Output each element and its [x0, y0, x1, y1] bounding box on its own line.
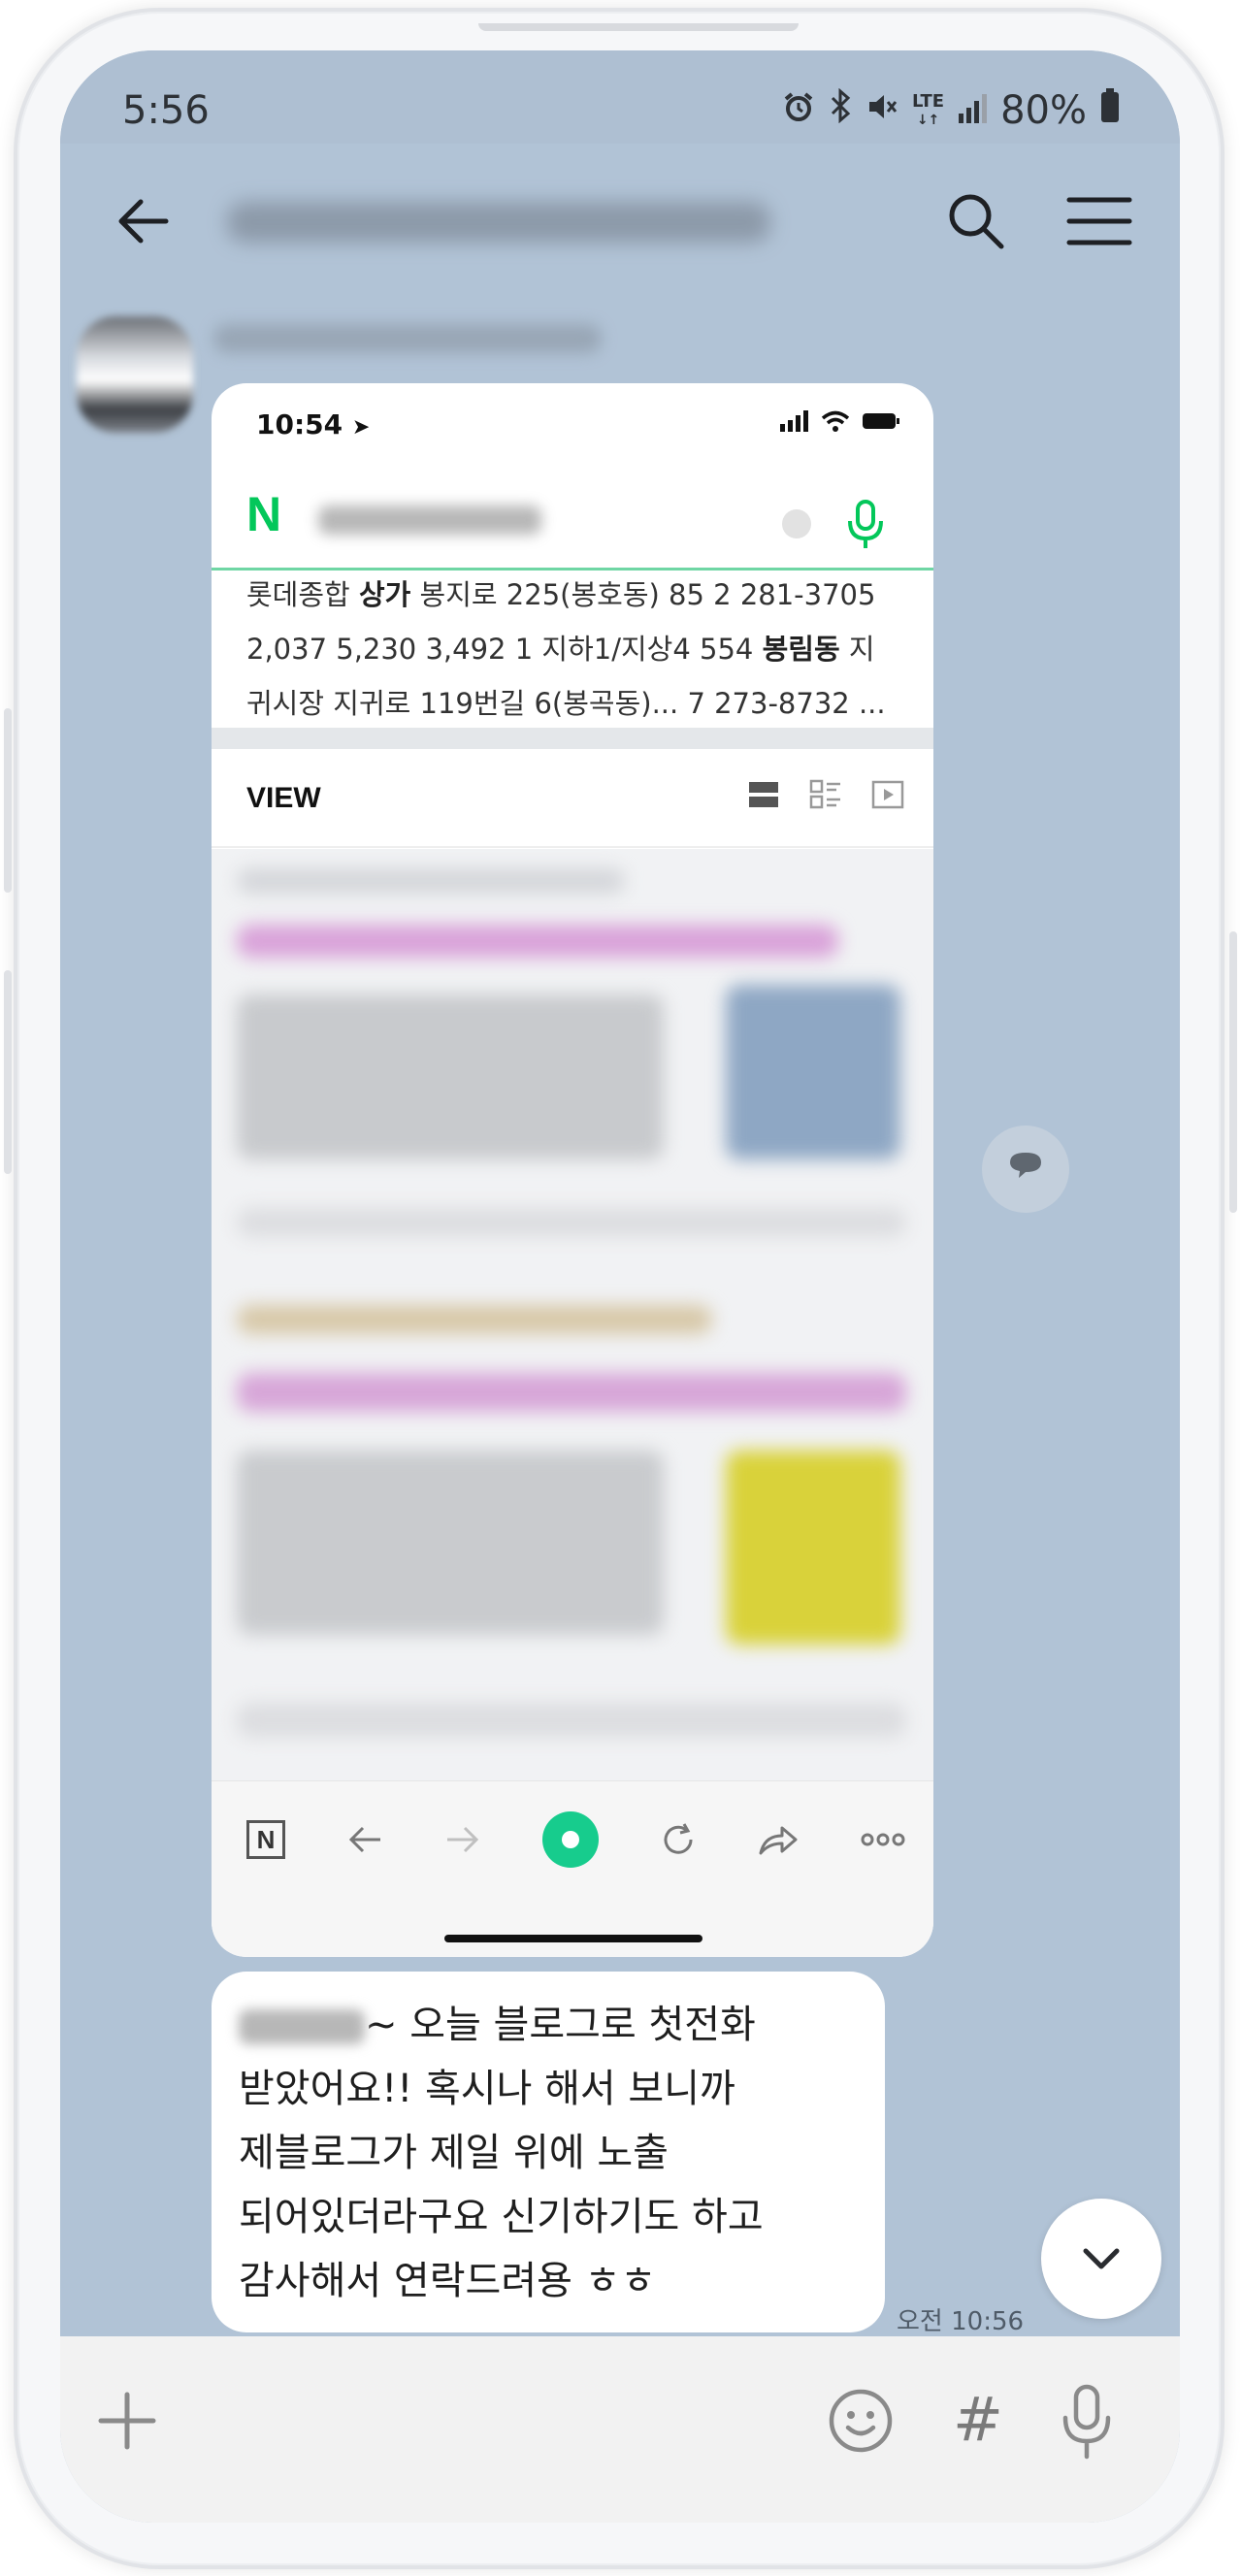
message-line: ~ 오늘 블로그로 첫전화	[239, 1993, 860, 2057]
refresh-icon	[664, 1823, 693, 1854]
browser-toolbar: N	[212, 1780, 933, 1957]
mute-icon	[865, 88, 898, 133]
result-line: 롯데종합 상가 봉지로 225(봉호동) 85 2 281-3705	[246, 578, 876, 611]
search-query-redacted	[318, 505, 541, 535]
message-line: 제블로그가 제일 위에 노출	[239, 2131, 669, 2175]
section-divider	[212, 728, 933, 749]
browser-nav-icons: N	[246, 1810, 906, 1869]
chat-screen: 5:56 LTE ↓↑ 80% 10:54 ➤ N 롯데종합 상가 봉지로 22…	[60, 50, 1180, 2523]
image-status-icons	[780, 410, 900, 432]
emoji-icon[interactable]	[827, 2387, 895, 2455]
avatar[interactable]	[77, 316, 193, 433]
menu-icon[interactable]	[1065, 194, 1133, 248]
volume-button	[4, 708, 12, 893]
alarm-icon	[782, 88, 815, 133]
chat-header	[60, 144, 1180, 289]
message-timestamp: 오전 10:56	[897, 2307, 1025, 2336]
recipient-name-redacted	[239, 2009, 365, 2044]
hashtag-icon[interactable]: #	[947, 2383, 1009, 2457]
scroll-down-button[interactable]	[1041, 2199, 1161, 2319]
bluetooth-icon	[829, 87, 852, 133]
message-line: 감사해서 연락드려용 ㅎㅎ	[239, 2259, 657, 2303]
search-result-snippet: 롯데종합 상가 봉지로 225(봉호동) 85 2 281-3705 2,037…	[246, 568, 916, 731]
message-line: 받았어요!! 혹시나 해서 보니까	[239, 2067, 735, 2111]
naver-home-icon: N	[246, 1820, 285, 1859]
status-icons: LTE ↓↑ 80%	[782, 87, 1120, 133]
blurred-view-results	[212, 849, 933, 1780]
forward-arrow-icon	[447, 1826, 479, 1853]
share-icon	[759, 1826, 798, 1855]
wifi-icon	[821, 410, 850, 432]
search-icon[interactable]	[945, 190, 1007, 252]
green-dot-icon	[541, 1811, 599, 1868]
battery-icon	[863, 413, 899, 429]
video-view-icon	[871, 780, 904, 809]
clear-icon	[782, 509, 811, 538]
battery-percent: 80%	[1000, 88, 1087, 133]
naver-logo: N	[246, 487, 282, 541]
chat-title-redacted	[227, 202, 770, 243]
signal-icon	[780, 410, 808, 432]
plus-icon[interactable]	[93, 2387, 161, 2455]
battery-icon	[1100, 88, 1120, 133]
message-input-bar: #	[60, 2336, 1180, 2523]
grid-view-icon	[809, 779, 840, 809]
chevron-down-icon	[1083, 2248, 1120, 2269]
phone-speaker	[478, 23, 799, 31]
back-arrow-icon	[348, 1826, 380, 1853]
comment-icon[interactable]	[982, 1125, 1069, 1213]
power-button	[1229, 931, 1237, 1213]
volume-button	[4, 970, 12, 1174]
message-line: 되어있더라구요 신기하기도 하고	[239, 2195, 764, 2239]
home-indicator	[444, 1935, 702, 1942]
sender-name-redacted	[213, 324, 602, 353]
network-label: LTE ↓↑	[912, 90, 945, 128]
mic-icon	[844, 498, 887, 552]
result-line: 귀시장 지귀로 119번길 6(봉곡동)... 7 273-8732 ...	[246, 687, 886, 720]
text-message-bubble[interactable]: ~ 오늘 블로그로 첫전화 받았어요!! 혹시나 해서 보니까 제블로그가 제일…	[212, 1972, 885, 2332]
shared-image-message[interactable]: 10:54 ➤ N 롯데종합 상가 봉지로 225(봉호동) 85 2 281-…	[212, 383, 933, 1957]
more-icon	[861, 1833, 905, 1846]
image-status-time: 10:54 ➤	[256, 408, 371, 440]
back-arrow-icon[interactable]	[114, 192, 172, 250]
network-type: LTE	[912, 90, 945, 112]
status-time: 5:56	[122, 88, 210, 133]
image-status-bar: 10:54 ➤	[212, 383, 933, 461]
list-view-icon	[749, 782, 778, 807]
status-bar: 5:56 LTE ↓↑ 80%	[60, 50, 1180, 144]
result-line: 2,037 5,230 3,492 1 지하1/지상4 554 봉림동 지	[246, 633, 875, 666]
view-mode-icons	[747, 778, 904, 811]
signal-icon	[958, 88, 988, 133]
view-label: VIEW	[246, 782, 321, 814]
mic-icon[interactable]	[1058, 2383, 1116, 2461]
naver-search-bar: N	[212, 461, 933, 571]
view-section-header: VIEW	[212, 749, 933, 848]
